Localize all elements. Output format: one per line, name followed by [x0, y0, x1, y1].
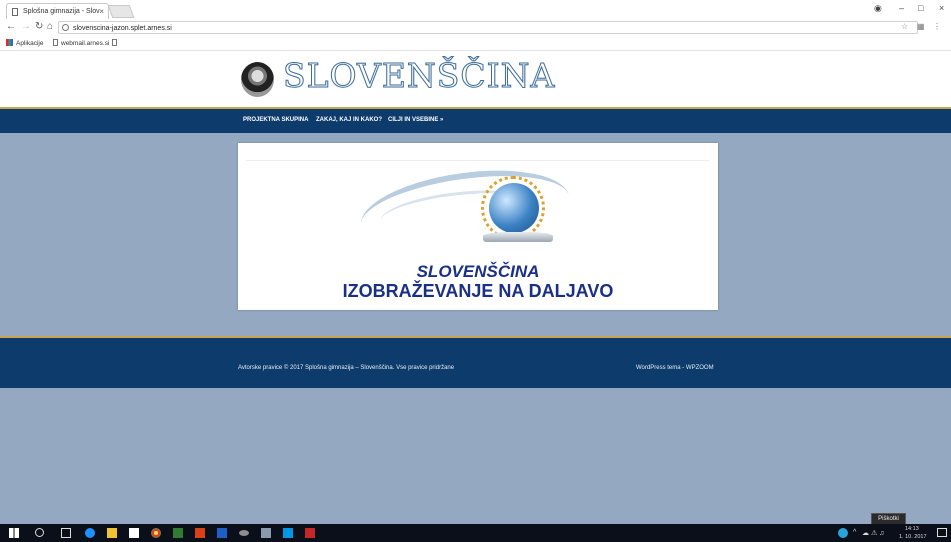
start-icon[interactable] — [9, 528, 19, 538]
profile-icon[interactable]: ◉ — [874, 3, 882, 14]
home-icon[interactable]: ⌂ — [47, 21, 53, 32]
bookmarks-bar: Aplikacije webmail.arnes.si — [0, 37, 951, 51]
globe-icon — [489, 183, 539, 233]
star-icon[interactable]: ☆ — [901, 22, 908, 31]
site-info-icon[interactable] — [62, 24, 69, 31]
browser-toolbar: ← → ↻ ⌂ slovenscina-jazon.splet.arnes.si… — [0, 19, 951, 38]
powerpoint-icon[interactable] — [195, 528, 205, 538]
minimize-icon[interactable]: – — [899, 3, 904, 13]
site-title[interactable]: SLOVENŠČINA — [282, 56, 555, 96]
app-icon[interactable] — [239, 530, 249, 536]
word-icon[interactable] — [217, 528, 227, 538]
page-icon — [53, 39, 58, 46]
apps-icon — [6, 39, 13, 46]
address-bar[interactable]: slovenscina-jazon.splet.arnes.si — [58, 21, 918, 34]
maximize-icon[interactable]: □ — [918, 3, 923, 13]
menu-icon[interactable]: ⋮ — [933, 22, 941, 31]
bookmark-blank[interactable] — [112, 39, 120, 47]
banner-subtitle: IZOBRAŽEVANJE NA DALJAVO — [342, 281, 614, 301]
taskbar: ^ ☁ ⚠ ♫ 14:13 1. 10. 2017 — [0, 524, 951, 542]
page-icon — [112, 39, 117, 46]
skype-icon[interactable] — [283, 528, 293, 538]
address-text: slovenscina-jazon.splet.arnes.si — [73, 25, 172, 32]
back-icon[interactable]: ← — [6, 21, 16, 32]
divider — [246, 160, 710, 161]
help-icon[interactable] — [838, 528, 848, 538]
store-icon[interactable] — [129, 528, 139, 538]
clock-date[interactable]: 1. 10. 2017 — [899, 534, 927, 540]
nav-item-cilji-vsebine[interactable]: CILJI IN VSEBINE » — [388, 117, 443, 123]
nav-item-projektna-skupina[interactable]: PROJEKTNA SKUPINA — [243, 117, 308, 123]
task-view-icon[interactable] — [61, 528, 71, 538]
close-window-icon[interactable]: × — [939, 3, 944, 13]
browser-tab[interactable]: Splošna gimnazija - Slov × — [6, 3, 109, 19]
site-footer — [0, 338, 951, 388]
notifications-icon[interactable] — [937, 528, 947, 537]
footer-copyright: Avtorske pravice © 2017 Splošna gimnazij… — [238, 365, 455, 371]
nav-item-zakaj-kaj-kako[interactable]: ZAKAJ, KAJ IN KAKO? — [316, 117, 382, 123]
search-icon[interactable] — [35, 528, 44, 537]
new-tab-button[interactable] — [107, 5, 135, 18]
main-navigation: PROJEKTNA SKUPINA ZAKAJ, KAJ IN KAKO? CI… — [0, 109, 951, 133]
reload-icon[interactable]: ↻ — [35, 21, 43, 32]
book-icon — [483, 232, 553, 242]
app-icon[interactable] — [261, 528, 271, 538]
tray-chevron-icon[interactable]: ^ — [853, 529, 856, 536]
footer-theme-link[interactable]: WordPress tema - WPZOOM — [636, 365, 714, 371]
bookmark-apps[interactable]: Aplikacije — [6, 39, 43, 47]
acrobat-icon[interactable] — [305, 528, 315, 538]
excel-icon[interactable] — [173, 528, 183, 538]
tab-title: Splošna gimnazija - Slov — [23, 8, 100, 15]
tray-icons[interactable]: ☁ ⚠ ♫ — [862, 529, 884, 537]
close-tab-icon[interactable]: × — [99, 4, 104, 19]
browser-tab-strip: Splošna gimnazija - Slov × ◉ – □ × — [0, 0, 951, 19]
clock-time[interactable]: 14:13 — [905, 526, 919, 532]
logo-portrait[interactable] — [241, 62, 274, 97]
forward-icon[interactable]: → — [21, 21, 31, 32]
file-explorer-icon[interactable] — [107, 528, 117, 538]
chrome-icon[interactable] — [151, 528, 161, 538]
extension-icon[interactable]: ▦ — [917, 22, 925, 31]
bookmark-webmail[interactable]: webmail.arnes.si — [53, 39, 109, 47]
page-icon — [12, 8, 18, 16]
banner-title: SLOVENŠČINA — [416, 262, 540, 281]
edge-icon[interactable] — [85, 528, 95, 538]
